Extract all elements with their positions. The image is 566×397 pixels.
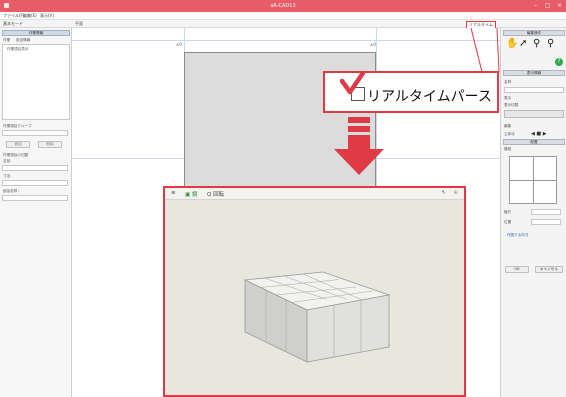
down-arrow-icon xyxy=(334,117,384,175)
perspective-viewer[interactable]: ≡ ▣ 鏡 Q 回転 ↖ ⊕ xyxy=(163,186,466,397)
callout-realtime-perspective: リアルタイムパース xyxy=(323,71,499,113)
viewer-cursor-icon[interactable]: ↖ xyxy=(441,190,446,196)
realtime-perspective-label: リアルタイムパース xyxy=(367,89,492,105)
viewer-mirror-button[interactable]: ▣ 鏡 xyxy=(185,190,197,198)
box-model-3d xyxy=(243,271,391,363)
viewer-toolbar: ≡ ▣ 鏡 Q 回転 ↖ ⊕ xyxy=(165,188,464,200)
viewer-menu-icon[interactable]: ≡ xyxy=(171,190,176,196)
viewer-rotate-button[interactable]: Q 回転 xyxy=(207,190,224,198)
viewer-zoom-icon[interactable]: ⊕ xyxy=(453,190,458,196)
checkmark-icon xyxy=(339,71,365,95)
